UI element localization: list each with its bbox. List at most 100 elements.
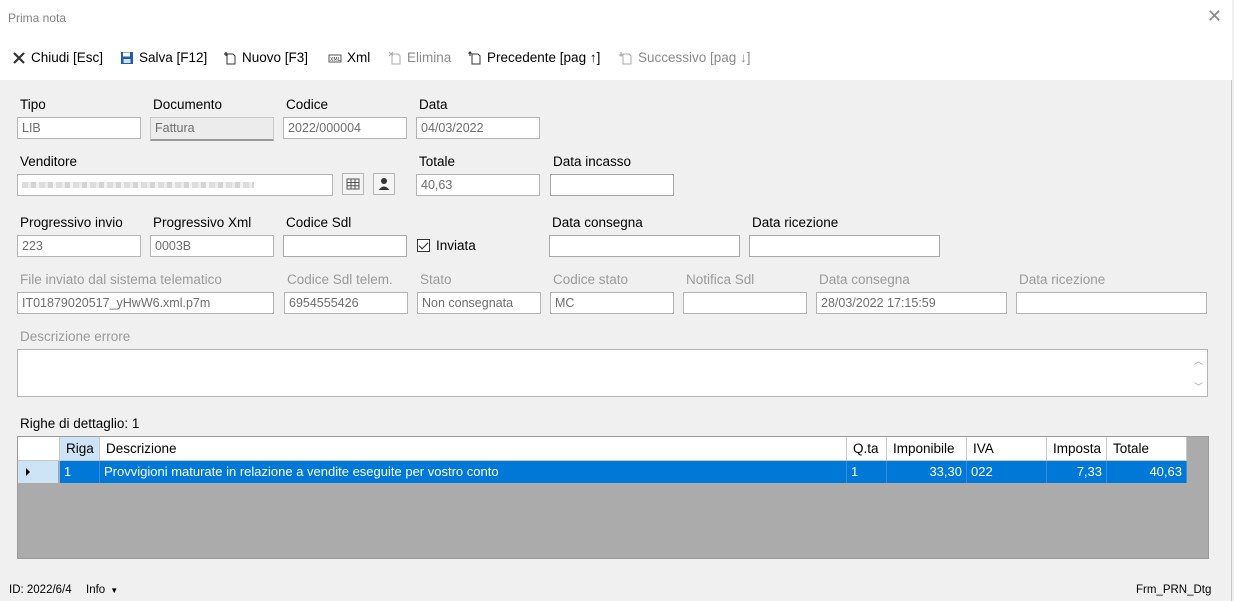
documento-label: Documento <box>153 97 223 112</box>
close-icon[interactable]: ✕ <box>1207 7 1222 25</box>
toolbar: Chiudi [Esc] Salva [F12] Nuovo [F3] XML … <box>0 36 1232 80</box>
next-button-label: Successivo [pag ↓] <box>638 50 751 65</box>
row-pointer-icon <box>26 468 30 476</box>
inviata-label: Inviata <box>436 238 476 253</box>
data-consegna-telem-label: Data consegna <box>819 272 910 287</box>
xml-button[interactable]: XML Xml <box>328 50 370 65</box>
prima-nota-window: Prima nota ✕ Chiudi [Esc] Salva [F12] Nu… <box>0 0 1232 601</box>
next-document-icon <box>619 51 633 65</box>
notifica-sdl-field[interactable] <box>683 292 807 314</box>
progressivo-xml-label: Progressivo Xml <box>153 215 252 230</box>
data-ricezione-telem-field[interactable] <box>1016 292 1207 314</box>
data-consegna-label: Data consegna <box>552 215 643 230</box>
window-title: Prima nota <box>8 11 67 25</box>
data-field[interactable]: 04/03/2022 <box>416 117 540 139</box>
venditore-redacted <box>22 182 254 188</box>
inviata-checkbox[interactable]: Inviata <box>417 238 476 253</box>
detail-title: Righe di dettaglio: 1 <box>20 416 140 431</box>
data-consegna-field[interactable] <box>549 235 740 257</box>
previous-document-icon <box>468 50 482 65</box>
person-icon <box>378 178 390 190</box>
stato-label: Stato <box>420 272 452 287</box>
column-header-imposta[interactable]: Imposta <box>1047 437 1107 461</box>
record-id: ID: 2022/6/4 <box>9 584 72 596</box>
descrizione-errore-label: Descrizione errore <box>20 329 131 344</box>
data-incasso-label: Data incasso <box>553 154 632 169</box>
delete-button[interactable]: Elimina <box>388 50 451 65</box>
descrizione-errore-textarea[interactable]: ︿ ﹀ <box>17 349 1208 397</box>
codice-sdl-telem-label: Codice Sdl telem. <box>287 272 393 287</box>
column-header-descrizione[interactable]: Descrizione <box>100 437 847 461</box>
scroll-down-icon[interactable]: ﹀ <box>1194 380 1203 393</box>
codice-sdl-field[interactable] <box>283 235 407 257</box>
venditore-label: Venditore <box>20 154 78 169</box>
totale-field[interactable]: 40,63 <box>416 174 540 196</box>
column-header-iva[interactable]: IVA <box>967 437 1047 461</box>
codice-stato-label: Codice stato <box>553 272 629 287</box>
totale-label: Totale <box>419 154 456 169</box>
table-lookup-button[interactable] <box>342 173 364 195</box>
progressivo-xml-field[interactable]: 0003B <box>150 235 274 257</box>
close-button[interactable]: Chiudi [Esc] <box>12 50 103 65</box>
previous-button[interactable]: Precedente [pag ↑] <box>468 50 600 65</box>
data-ricezione-label: Data ricezione <box>752 215 839 230</box>
caret-down-icon: ▼ <box>110 585 119 595</box>
cell-descrizione[interactable]: Provvigioni maturate in relazione a vend… <box>100 461 847 483</box>
data-consegna-telem-field[interactable]: 28/03/2022 17:15:59 <box>816 292 1007 314</box>
column-header-imponibile[interactable]: Imponibile <box>887 437 967 461</box>
codice-field[interactable]: 2022/000004 <box>283 117 407 139</box>
save-button-label: Salva [F12] <box>139 50 208 65</box>
new-button[interactable]: Nuovo [F3] <box>223 50 308 65</box>
data-label: Data <box>419 97 448 112</box>
codice-sdl-label: Codice Sdl <box>286 215 352 230</box>
cell-riga[interactable]: 1 <box>60 461 100 483</box>
new-document-icon <box>223 51 237 65</box>
cell-qta[interactable]: 1 <box>847 461 887 483</box>
new-button-label: Nuovo [F3] <box>242 50 309 65</box>
column-header-qta[interactable]: Q.ta <box>847 437 887 461</box>
progressivo-invio-label: Progressivo invio <box>20 215 123 230</box>
file-inviato-field[interactable]: IT01879020517_yHwW6.xml.p7m <box>17 292 274 314</box>
grid-corner-header <box>18 437 60 461</box>
tipo-field[interactable]: LIB <box>17 117 141 139</box>
contact-lookup-button[interactable] <box>373 173 395 195</box>
info-dropdown[interactable]: Info ▼ <box>86 584 118 596</box>
data-incasso-field[interactable] <box>550 174 674 196</box>
venditore-field[interactable] <box>17 174 333 196</box>
info-label: Info <box>86 584 106 596</box>
documento-field[interactable]: Fattura <box>150 117 274 141</box>
form-name: Frm_PRN_Dtg <box>1136 584 1212 596</box>
stato-field[interactable]: Non consegnata <box>417 292 541 314</box>
cell-imponibile[interactable]: 33,30 <box>887 461 967 483</box>
xml-button-label: Xml <box>347 50 371 65</box>
codice-stato-field[interactable]: MC <box>550 292 674 314</box>
codice-sdl-telem-field[interactable]: 6954555426 <box>284 292 408 314</box>
cell-iva[interactable]: 022 <box>967 461 1047 483</box>
floppy-disk-icon <box>120 51 134 65</box>
table-icon <box>346 178 360 190</box>
previous-button-label: Precedente [pag ↑] <box>487 50 601 65</box>
save-button[interactable]: Salva [F12] <box>120 50 207 65</box>
file-inviato-label: File inviato dal sistema telematico <box>20 272 222 287</box>
data-ricezione-telem-label: Data ricezione <box>1019 272 1106 287</box>
xml-file-icon: XML <box>328 51 342 65</box>
title-bar: Prima nota ✕ <box>0 0 1232 36</box>
column-header-totale[interactable]: Totale <box>1107 437 1187 461</box>
scroll-up-icon[interactable]: ︿ <box>1194 354 1203 367</box>
next-button[interactable]: Successivo [pag ↓] <box>619 50 751 65</box>
delete-button-label: Elimina <box>407 50 452 65</box>
checkbox-checked-icon <box>417 239 430 252</box>
codice-label: Codice <box>286 97 329 112</box>
close-button-label: Chiudi [Esc] <box>31 50 104 65</box>
cell-totale[interactable]: 40,63 <box>1107 461 1187 483</box>
data-ricezione-field[interactable] <box>749 235 940 257</box>
detail-grid: Riga Descrizione Q.ta Imponibile IVA Imp… <box>17 436 1209 559</box>
cell-imposta[interactable]: 7,33 <box>1047 461 1107 483</box>
row-header[interactable] <box>18 461 59 483</box>
tipo-label: Tipo <box>20 97 46 112</box>
column-header-riga[interactable]: Riga <box>60 437 100 461</box>
close-icon <box>12 51 26 65</box>
notifica-sdl-label: Notifica Sdl <box>686 272 755 287</box>
progressivo-invio-field[interactable]: 223 <box>17 235 141 257</box>
svg-text:XML: XML <box>330 57 341 63</box>
